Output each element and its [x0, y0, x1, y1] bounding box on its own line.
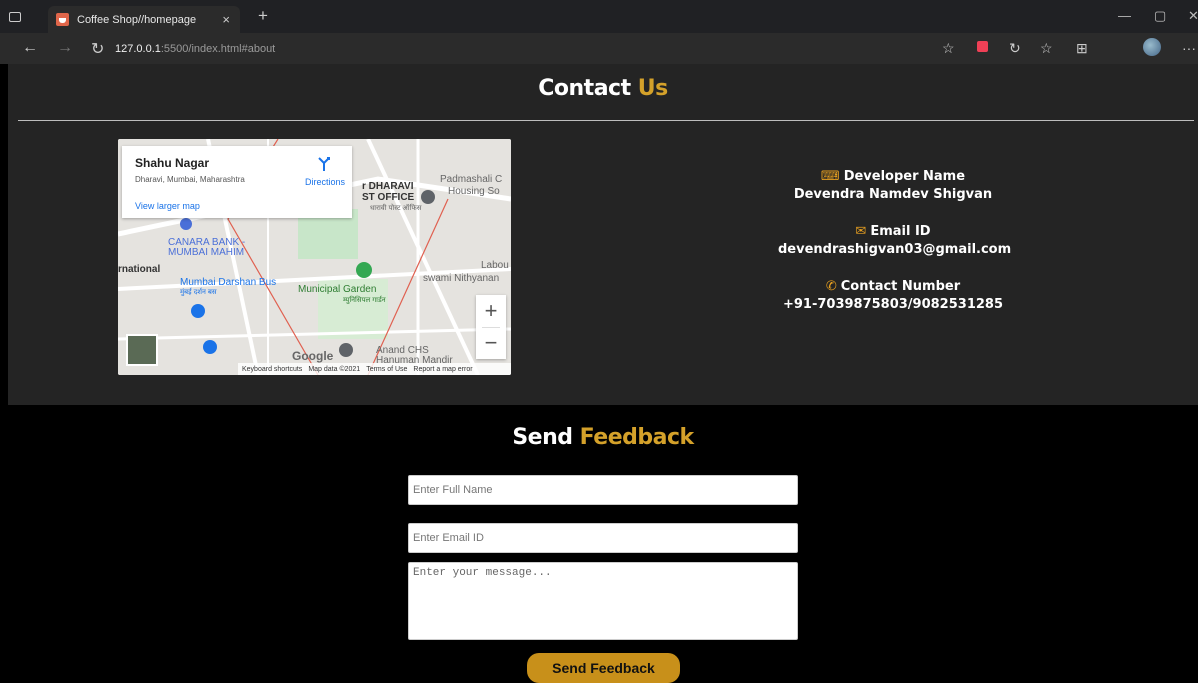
report-error-link[interactable]: Report a map error	[413, 366, 472, 373]
feedback-section: Send Feedback Send Feedback	[8, 405, 1198, 683]
feedback-title-main: Send	[512, 425, 573, 450]
collections-icon[interactable]: ⊞	[1076, 40, 1088, 57]
feedback-title-accent: Feedback	[579, 425, 695, 450]
message-textarea[interactable]	[408, 562, 798, 640]
url-field[interactable]: i 127.0.0.1:5500/index.html#about	[115, 37, 955, 156]
keyboard-shortcuts-link[interactable]: Keyboard shortcuts	[242, 366, 302, 373]
tab-title: Coffee Shop//homepage	[77, 13, 197, 26]
map-label: Housing So	[448, 186, 500, 197]
full-name-input[interactable]	[408, 475, 798, 505]
view-larger-map-link[interactable]: View larger map	[135, 201, 200, 211]
window-close-icon[interactable]: ✕	[1188, 8, 1198, 24]
contact-title-main: Contact	[538, 76, 631, 101]
developer-label: Developer Name	[843, 169, 966, 184]
maximize-icon[interactable]: ▢	[1154, 8, 1166, 24]
email-input[interactable]	[408, 523, 798, 553]
phone-value: +91-7039875803/9082531285	[782, 297, 1004, 312]
zoom-in-button[interactable]: +	[476, 295, 506, 327]
email-label-row: ✉ Email ID	[778, 224, 1008, 239]
map-label: Municipal Garden	[298, 284, 377, 295]
phone-block: ✆ Contact Number +91-7039875803/908253128…	[778, 279, 1008, 312]
developer-label-row: ⌨ Developer Name	[778, 169, 1008, 184]
terms-link[interactable]: Terms of Use	[366, 366, 407, 373]
divider	[18, 120, 1194, 121]
map-label: swami Nithyanan	[423, 273, 500, 284]
zoom-out-button[interactable]: −	[476, 327, 506, 359]
map-place-name: Shahu Nagar	[135, 156, 210, 170]
sidebar-icon[interactable]	[9, 12, 21, 22]
email-value: devendrashigvan03@gmail.com	[778, 242, 1012, 257]
browser-tab[interactable]: Coffee Shop//homepage ×	[48, 6, 240, 33]
pocket-icon[interactable]	[977, 41, 988, 52]
google-logo: Google	[292, 349, 334, 363]
feedback-title: Send Feedback	[8, 425, 1198, 450]
refresh-icon[interactable]: ↻	[91, 39, 104, 59]
map-label: Labou	[481, 260, 509, 271]
map-data-text: Map data ©2021	[308, 365, 361, 373]
developer-block: ⌨ Developer Name Devendra Namdev Shigvan	[778, 169, 1008, 202]
zoom-separator	[482, 327, 500, 328]
url-host: 127.0.0.1	[115, 42, 161, 55]
map-address: Dharavi, Mumbai, Maharashtra	[135, 175, 245, 184]
map-label: मुंबई दर्शन बस	[180, 289, 217, 296]
developer-name: Devendra Namdev Shigvan	[793, 187, 993, 202]
favorites-icon[interactable]: ☆	[1040, 40, 1053, 57]
map-label: Mumbai Darshan Bus	[180, 277, 277, 288]
contact-title-accent: Us	[637, 76, 668, 101]
phone-label-row: ✆ Contact Number	[778, 279, 1008, 294]
browser-tab-bar: Coffee Shop//homepage × + — ▢ ✕	[0, 0, 1198, 33]
minimize-icon[interactable]: —	[1118, 8, 1131, 23]
email-block: ✉ Email ID devendrashigvan03@gmail.com	[778, 224, 1012, 257]
page: Contact Us Shahu Nagar Dharavi, Mumbai, …	[8, 64, 1198, 683]
extension-icon[interactable]: ↻	[1009, 40, 1021, 57]
email-label: Email ID	[870, 224, 931, 239]
google-map[interactable]: Shahu Nagar Dharavi, Mumbai, Maharashtra…	[118, 139, 511, 375]
favorite-icon[interactable]: ☆	[942, 40, 955, 57]
satellite-toggle[interactable]	[126, 334, 158, 366]
back-icon[interactable]: ←	[22, 39, 38, 57]
url-path: :5500/index.html#about	[160, 42, 276, 55]
map-label: MUMBAI MAHIM	[168, 247, 245, 258]
map-label: ST OFFICE	[362, 192, 415, 203]
map-label: Padmashali C	[440, 174, 503, 185]
directions-link[interactable]: Directions	[305, 177, 345, 187]
forward-icon[interactable]: →	[57, 39, 73, 57]
envelope-icon: ✉	[855, 224, 867, 239]
profile-icon[interactable]	[1143, 38, 1161, 56]
map-label: r DHARAVI	[362, 181, 414, 192]
close-tab-icon[interactable]: ×	[222, 12, 230, 27]
send-feedback-button[interactable]: Send Feedback	[527, 653, 680, 683]
map-label: rnational	[118, 264, 161, 275]
laptop-code-icon: ⌨	[820, 169, 840, 184]
map-footer: Keyboard shortcuts Map data ©2021 Terms …	[238, 363, 511, 375]
contact-info: ⌨ Developer Name Devendra Namdev Shigvan …	[778, 169, 1012, 334]
map-label: म्युनिसिपल गार्डन	[343, 297, 386, 304]
new-tab-icon[interactable]: +	[258, 6, 268, 26]
phone-label: Contact Number	[840, 279, 961, 294]
coffee-favicon-icon	[56, 13, 69, 26]
map-zoom-control: + −	[476, 295, 506, 359]
map-label: धारावी पोस्ट ऑफिस	[370, 205, 422, 212]
more-icon[interactable]: ···	[1182, 40, 1196, 56]
directions-icon[interactable]	[317, 157, 331, 171]
phone-icon: ✆	[825, 279, 837, 294]
contact-section: Contact Us Shahu Nagar Dharavi, Mumbai, …	[8, 64, 1198, 405]
contact-title: Contact Us	[8, 76, 1198, 101]
map-place-card: Shahu Nagar Dharavi, Mumbai, Maharashtra…	[122, 146, 352, 218]
